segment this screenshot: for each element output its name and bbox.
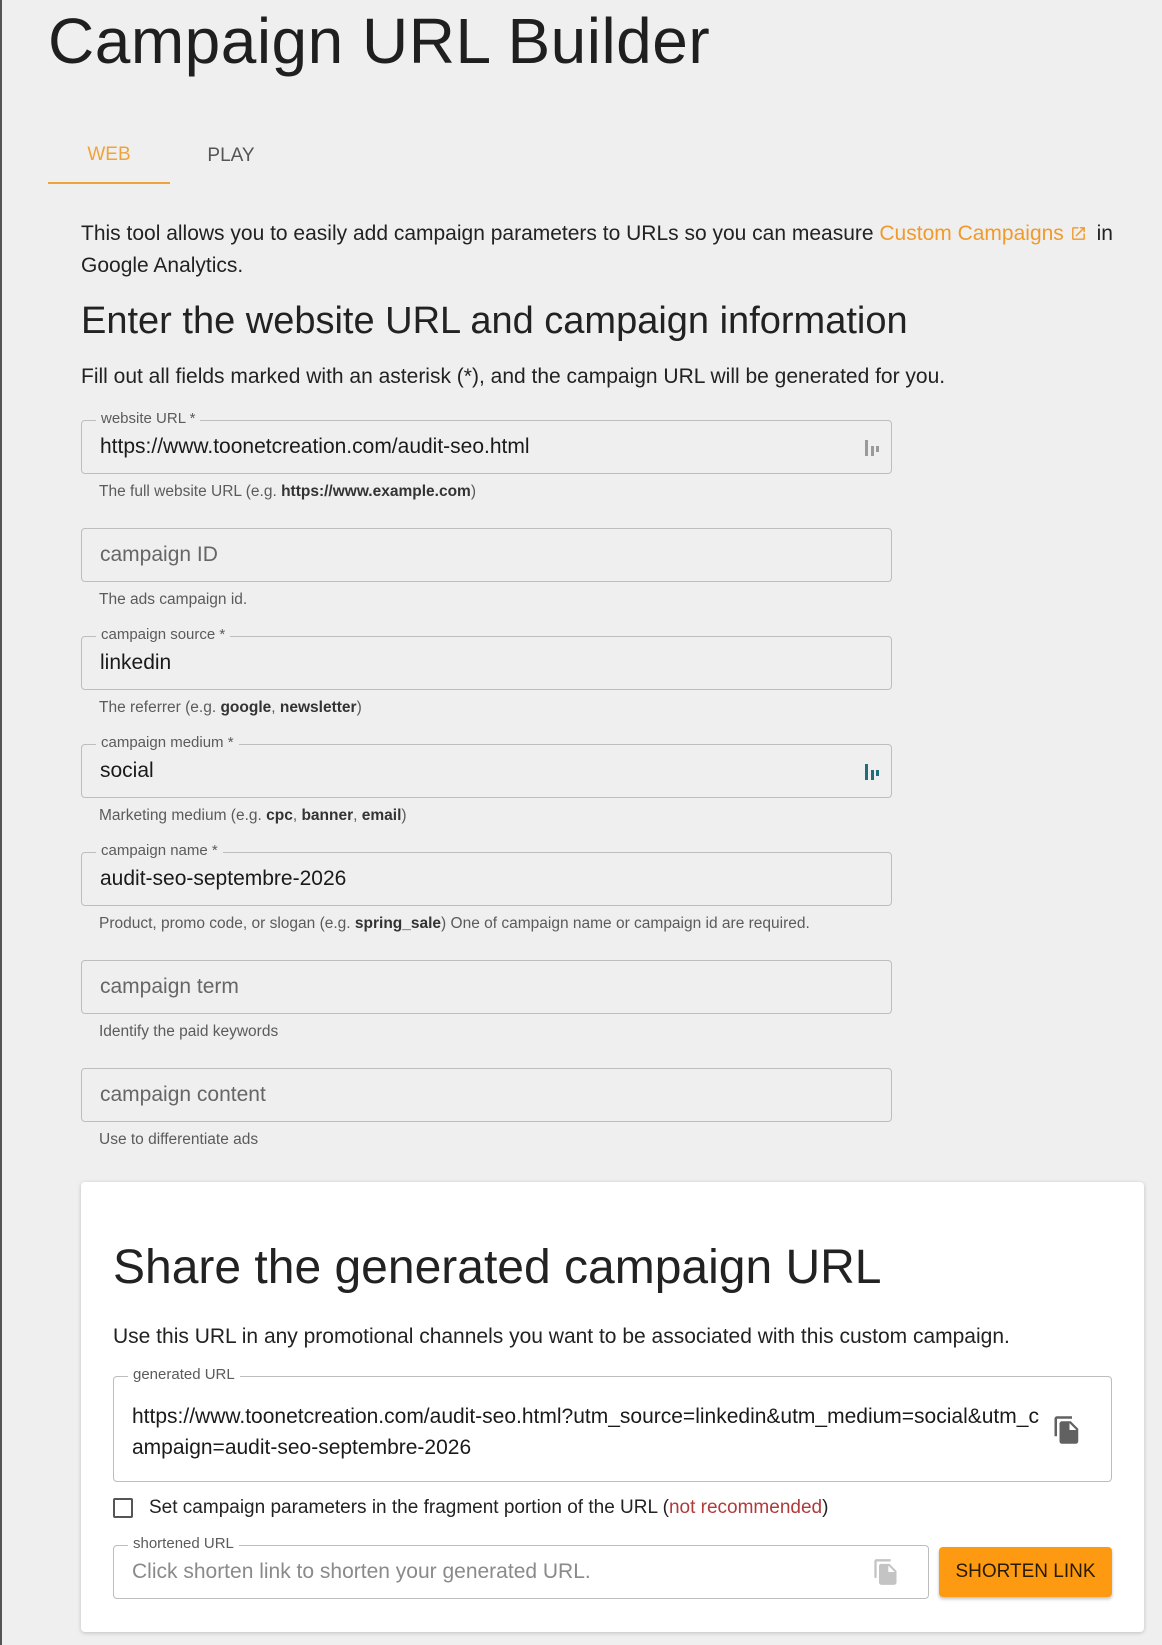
- campaign-medium-helper-example-1: cpc: [266, 807, 293, 824]
- campaign-term-field: Identify the paid keywords: [81, 960, 892, 1041]
- lastpass-icon[interactable]: [865, 438, 879, 458]
- fragment-option[interactable]: Set campaign parameters in the fragment …: [113, 1497, 828, 1519]
- campaign-id-input[interactable]: [82, 529, 891, 581]
- generated-url-text[interactable]: https://www.toonetcreation.com/audit-seo…: [132, 1401, 1042, 1463]
- fragment-option-suffix: ): [822, 1497, 829, 1518]
- campaign-term-helper: Identify the paid keywords: [99, 1023, 279, 1040]
- intro-text-before: This tool allows you to easily add campa…: [81, 222, 880, 245]
- campaign-source-helper-sep: ,: [271, 699, 280, 716]
- share-description: Use this URL in any promotional channels…: [113, 1325, 1010, 1348]
- campaign-id-helper: The ads campaign id.: [99, 591, 248, 608]
- campaign-medium-helper-example-3: email: [361, 807, 402, 824]
- campaign-name-box: campaign name *: [81, 842, 892, 906]
- custom-campaigns-link[interactable]: Custom Campaigns: [879, 222, 1090, 245]
- campaign-medium-box: campaign medium *: [81, 734, 892, 798]
- campaign-medium-helper-sep-2: ,: [353, 807, 362, 824]
- campaign-medium-helper-example-2: banner: [301, 807, 354, 824]
- copy-icon[interactable]: [1052, 1414, 1082, 1446]
- campaign-name-field: campaign name * Product, promo code, or …: [81, 842, 892, 933]
- fragment-checkbox[interactable]: [113, 1498, 133, 1518]
- campaign-source-helper-example-2: newsletter: [279, 699, 357, 716]
- website-url-input[interactable]: [82, 421, 891, 473]
- campaign-source-helper: The referrer (e.g. google, newsletter): [99, 699, 892, 717]
- campaign-source-helper-prefix: The referrer (e.g.: [99, 699, 221, 716]
- intro-text: This tool allows you to easily add campa…: [81, 218, 1141, 282]
- copy-icon[interactable]: [872, 1557, 900, 1587]
- campaign-medium-label: campaign medium *: [96, 734, 239, 751]
- tab-play[interactable]: PLAY: [170, 128, 292, 184]
- shortened-url-label: shortened URL: [128, 1535, 239, 1552]
- generated-url-label: generated URL: [128, 1366, 240, 1383]
- website-url-helper: The full website URL (e.g. https://www.e…: [99, 483, 892, 501]
- generated-url-box: generated URL https://www.toonetcreation…: [113, 1366, 1112, 1482]
- campaign-medium-helper-prefix: Marketing medium (e.g.: [99, 807, 267, 824]
- campaign-source-field: campaign source * The referrer (e.g. goo…: [81, 626, 892, 717]
- campaign-id-field: The ads campaign id.: [81, 528, 892, 609]
- tab-web[interactable]: WEB: [48, 128, 170, 184]
- tab-bar: WEB PLAY: [48, 128, 292, 184]
- campaign-name-label: campaign name *: [96, 842, 223, 859]
- website-url-box: website URL *: [81, 410, 892, 474]
- fragment-option-label: Set campaign parameters in the fragment …: [149, 1497, 669, 1518]
- campaign-name-helper-example: spring_sale: [354, 915, 442, 932]
- campaign-source-input[interactable]: [82, 637, 891, 689]
- form-section-title: Enter the website URL and campaign infor…: [81, 300, 908, 342]
- campaign-term-box: [81, 960, 892, 1014]
- shortened-url-box: shortened URL: [113, 1535, 929, 1599]
- website-url-helper-suffix: ): [470, 483, 477, 500]
- website-url-helper-example: https://www.example.com: [281, 483, 471, 500]
- campaign-source-helper-suffix: ): [356, 699, 362, 716]
- website-url-label: website URL *: [96, 410, 201, 427]
- shorten-link-button[interactable]: SHORTEN LINK: [939, 1547, 1112, 1597]
- website-url-helper-prefix: The full website URL (e.g.: [99, 483, 282, 500]
- campaign-source-box: campaign source *: [81, 626, 892, 690]
- external-link-icon: [1071, 227, 1085, 240]
- campaign-medium-helper: Marketing medium (e.g. cpc, banner, emai…: [99, 807, 892, 825]
- lastpass-icon[interactable]: [865, 762, 879, 782]
- share-card: Share the generated campaign URL Use thi…: [81, 1182, 1144, 1632]
- form-section-description: Fill out all fields marked with an aster…: [81, 365, 946, 388]
- campaign-term-input[interactable]: [82, 961, 891, 1013]
- shortened-url-input[interactable]: [114, 1546, 928, 1598]
- campaign-source-helper-example-1: google: [220, 699, 272, 716]
- campaign-content-field: Use to differentiate ads: [81, 1068, 892, 1149]
- campaign-content-helper: Use to differentiate ads: [99, 1131, 259, 1148]
- share-title: Share the generated campaign URL: [113, 1241, 882, 1294]
- page-title: Campaign URL Builder: [48, 5, 711, 77]
- campaign-medium-helper-suffix: ): [401, 807, 407, 824]
- campaign-source-label: campaign source *: [96, 626, 231, 643]
- campaign-content-box: [81, 1068, 892, 1122]
- campaign-name-input[interactable]: [82, 853, 891, 905]
- campaign-id-box: [81, 528, 892, 582]
- campaign-name-helper-suffix: ) One of campaign name or campaign id ar…: [441, 915, 810, 932]
- custom-campaigns-link-label: Custom Campaigns: [879, 222, 1064, 245]
- campaign-name-helper-prefix: Product, promo code, or slogan (e.g.: [99, 915, 355, 932]
- not-recommended-text: not recommended: [668, 1497, 823, 1518]
- campaign-name-helper: Product, promo code, or slogan (e.g. spr…: [99, 915, 892, 933]
- website-url-field: website URL * The full website URL (e.g.…: [81, 410, 892, 501]
- campaign-content-input[interactable]: [82, 1069, 891, 1121]
- campaign-medium-input[interactable]: [82, 745, 891, 797]
- campaign-medium-field: campaign medium * Marketing medium (e.g.…: [81, 734, 892, 825]
